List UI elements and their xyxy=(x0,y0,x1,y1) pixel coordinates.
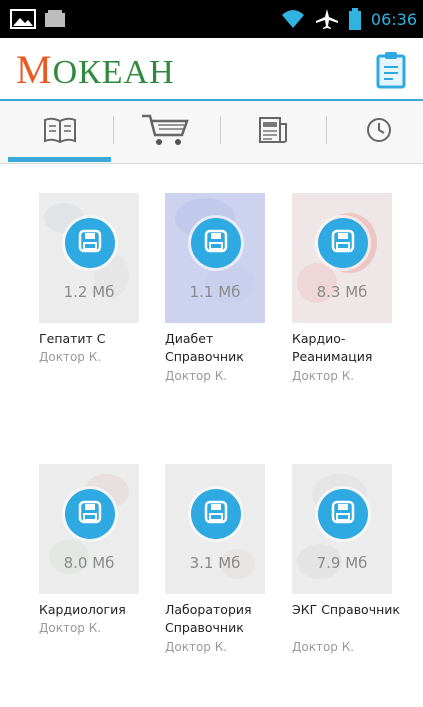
book-author: Доктор К. xyxy=(39,621,102,635)
file-size: 1.2 Мб xyxy=(63,283,115,301)
sd-card-icon xyxy=(44,10,66,28)
book-title: ЭКГ Справочник xyxy=(292,602,400,617)
save-icon xyxy=(78,500,102,528)
logo-rest: ОКЕАН xyxy=(52,54,175,91)
clipboard-button[interactable] xyxy=(375,51,407,89)
file-size: 8.3 Мб xyxy=(316,283,368,301)
wifi-icon xyxy=(281,9,305,29)
book-cover: 8.0 Мб xyxy=(39,464,139,594)
cart-icon xyxy=(140,113,192,151)
airplane-icon xyxy=(315,8,339,30)
book-grid: 1.2 Мб Гепатит С Доктор К. 1.1 Мб Диабет… xyxy=(0,190,423,700)
book-tile[interactable]: 1.1 Мб Диабет Справочник Доктор К. xyxy=(165,193,273,393)
book-author: Доктор К. xyxy=(292,640,355,654)
download-button[interactable] xyxy=(191,218,241,268)
book-icon xyxy=(43,116,77,148)
save-icon xyxy=(78,229,102,257)
book-author: Доктор К. xyxy=(39,350,102,364)
download-button[interactable] xyxy=(318,489,368,539)
news-icon xyxy=(258,116,288,148)
book-tile[interactable]: 1.2 Мб Гепатит С Доктор К. xyxy=(39,193,147,393)
book-title: Лаборатория Справочник xyxy=(165,602,252,635)
book-cover: 3.1 Мб xyxy=(165,464,265,594)
app-logo: МОКЕАН xyxy=(16,46,175,93)
file-size: 1.1 Мб xyxy=(189,283,241,301)
clock-time: 06:36 xyxy=(370,9,417,29)
book-tile[interactable]: 8.0 Мб Кардиология Доктор К. xyxy=(39,464,147,664)
save-icon xyxy=(204,229,228,257)
book-title: Кардиология xyxy=(39,602,126,617)
clock-icon xyxy=(365,116,393,148)
book-tile[interactable]: 7.9 Мб ЭКГ Справочник Доктор К. xyxy=(292,464,400,664)
save-icon xyxy=(204,500,228,528)
logo-first-letter: М xyxy=(16,47,53,92)
book-title: Гепатит С xyxy=(39,331,106,346)
book-tile[interactable]: 8.3 Мб Кардио-Реанимация Доктор К. xyxy=(292,193,400,393)
download-button[interactable] xyxy=(318,218,368,268)
status-bar: 06:36 xyxy=(0,0,423,38)
book-cover: 8.3 Мб xyxy=(292,193,392,323)
tab-history[interactable] xyxy=(326,101,423,163)
file-size: 7.9 Мб xyxy=(316,554,368,572)
picture-icon xyxy=(10,9,36,29)
app-bar: МОКЕАН xyxy=(0,38,423,101)
tab-news[interactable] xyxy=(220,101,325,163)
tab-selected-indicator xyxy=(8,157,111,162)
book-tile[interactable]: 3.1 Мб Лаборатория Справочник Доктор К. xyxy=(165,464,273,664)
book-cover: 7.9 Мб xyxy=(292,464,392,594)
file-size: 3.1 Мб xyxy=(189,554,241,572)
tab-bar xyxy=(0,101,423,164)
download-button[interactable] xyxy=(65,489,115,539)
file-size: 8.0 Мб xyxy=(63,554,115,572)
book-author: Доктор К. xyxy=(165,640,228,654)
book-title: Диабет Справочник xyxy=(165,331,244,364)
tab-library[interactable] xyxy=(7,101,112,163)
download-button[interactable] xyxy=(191,489,241,539)
book-author: Доктор К. xyxy=(292,369,355,383)
book-title: Кардио-Реанимация xyxy=(292,331,373,364)
book-cover: 1.1 Мб xyxy=(165,193,265,323)
download-button[interactable] xyxy=(65,218,115,268)
book-cover: 1.2 Мб xyxy=(39,193,139,323)
save-icon xyxy=(331,500,355,528)
battery-icon xyxy=(348,8,361,30)
tab-store[interactable] xyxy=(113,101,218,163)
book-author: Доктор К. xyxy=(165,369,228,383)
clipboard-icon xyxy=(375,52,407,93)
save-icon xyxy=(331,229,355,257)
